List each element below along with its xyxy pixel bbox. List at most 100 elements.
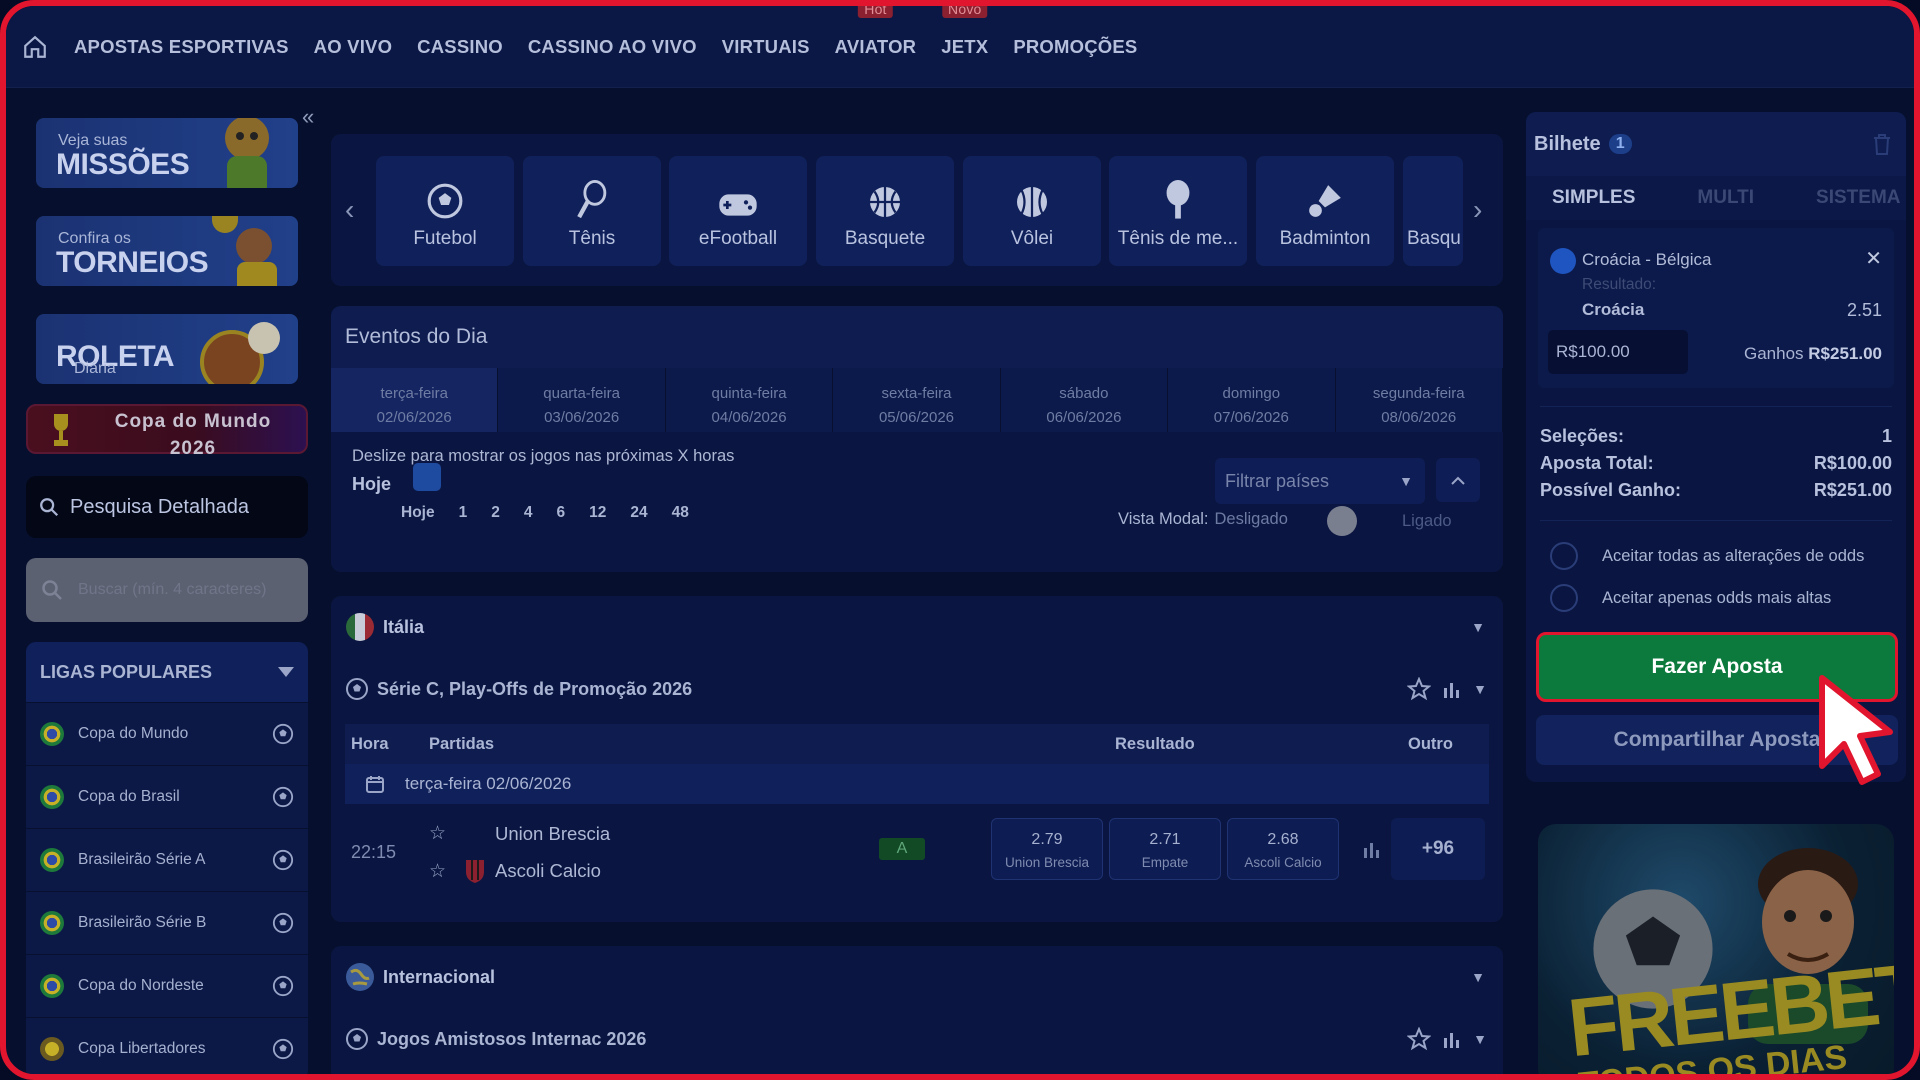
star-icon[interactable] — [1407, 1027, 1432, 1051]
radio-button[interactable] — [1550, 584, 1578, 612]
sport-badminton[interactable]: Badminton — [1256, 156, 1394, 266]
nav-promocoes[interactable]: PROMOÇÕES — [1013, 36, 1137, 58]
promo-missoes[interactable]: Veja suas MISSÕES — [36, 118, 298, 188]
league-item[interactable]: Copa do Brasil — [26, 765, 308, 828]
selection-card: Croácia - Bélgica ✕ Resultado: Croácia 2… — [1538, 228, 1894, 388]
nav-apostas-esportivas[interactable]: APOSTAS ESPORTIVAS — [74, 36, 289, 58]
caret-down-icon[interactable]: ▼ — [1473, 681, 1487, 697]
basketball-icon — [870, 187, 900, 217]
status-badge: A — [879, 838, 925, 860]
selection-pick: Croácia — [1582, 300, 1645, 319]
chevron-right-icon[interactable]: › — [1473, 194, 1482, 226]
vista-modal-toggle[interactable] — [1327, 506, 1357, 536]
sport-efootball[interactable]: eFootball — [669, 156, 807, 266]
promo-roleta[interactable]: ROLETA Diária — [36, 314, 298, 384]
freebet-banner[interactable]: FREEBET TODOS OS DIAS — [1538, 824, 1894, 1074]
promo-torneios[interactable]: Confira os TORNEIOS — [36, 216, 298, 286]
competition-italia: Itália ▼ Série C, Play-Offs de Promoção … — [331, 596, 1503, 922]
sport-volei[interactable]: Vôlei — [963, 156, 1101, 266]
nav-ao-vivo[interactable]: AO VIVO — [314, 36, 393, 58]
match-row[interactable]: 22:15 ☆ Union Brescia ☆ Ascoli Calcio A … — [345, 804, 1489, 902]
novo-badge: Novo — [942, 6, 988, 18]
odd-draw-button[interactable]: 2.71 Empate — [1109, 818, 1221, 880]
odd-away-button[interactable]: 2.68 Ascoli Calcio — [1227, 818, 1339, 880]
day-tab[interactable]: terça-feira 02/06/2026 — [331, 368, 499, 432]
caret-down-icon[interactable]: ▼ — [1473, 1031, 1487, 1047]
league-item[interactable]: Copa do Nordeste — [26, 954, 308, 1017]
day-tab[interactable]: sexta-feira 05/06/2026 — [833, 368, 1001, 432]
copa-do-mundo-banner[interactable]: Copa do Mundo 2026 — [26, 404, 308, 459]
accept-all-odds-option[interactable]: Aceitar todas as alterações de odds — [1540, 535, 1892, 577]
close-icon[interactable]: ✕ — [1865, 246, 1882, 271]
league-item[interactable]: Brasileirão Série A — [26, 828, 308, 891]
hours-scale: Hoje 1 2 4 6 12 24 48 — [401, 504, 689, 521]
star-icon[interactable] — [1407, 677, 1432, 701]
volleyball-icon — [1017, 187, 1047, 217]
day-tab[interactable]: domingo 07/06/2026 — [1168, 368, 1336, 432]
league-item[interactable]: Copa do Mundo — [26, 702, 308, 765]
day-tab[interactable]: quinta-feira 04/06/2026 — [666, 368, 834, 432]
stats-icon[interactable] — [1363, 840, 1381, 858]
flag-icon — [40, 974, 64, 998]
vista-modal-label: Vista Modal: Desligado — [1118, 510, 1288, 528]
detailed-search-button[interactable]: Pesquisa Detalhada — [26, 476, 308, 538]
hours-slider-handle[interactable] — [413, 463, 441, 491]
more-markets-button[interactable]: +96 — [1391, 818, 1485, 880]
soccer-ball-icon — [272, 975, 294, 997]
trophy-girl-icon — [212, 216, 277, 286]
day-tab[interactable]: segunda-feira 08/06/2026 — [1336, 368, 1503, 432]
search-input[interactable]: Buscar (mín. 4 caracteres) — [26, 558, 308, 622]
nav-virtuais[interactable]: VIRTUAIS — [722, 36, 810, 58]
star-icon[interactable]: ☆ — [429, 822, 465, 845]
chevron-left-icon[interactable]: ‹ — [345, 194, 354, 226]
chevron-up-icon — [1451, 476, 1465, 485]
sport-icon — [1415, 184, 1451, 220]
nav-cassino-ao-vivo[interactable]: CASSINO AO VIVO — [528, 36, 697, 58]
sport-basquete[interactable]: Basquete — [816, 156, 954, 266]
stats-icon[interactable] — [1443, 1030, 1461, 1048]
eventos-title: Eventos do Dia — [331, 306, 1503, 368]
collapse-events-button[interactable] — [1436, 458, 1480, 502]
league-item[interactable]: Copa Libertadores — [26, 1017, 308, 1074]
nav-aviator[interactable]: Hot AVIATOR — [835, 6, 917, 58]
sport-tenis-de-mesa[interactable]: Tênis de me... — [1109, 156, 1247, 266]
stake-input[interactable]: R$100.00 — [1548, 330, 1688, 374]
country-header[interactable]: Itália ▼ — [331, 596, 1503, 658]
soccer-ball-icon — [272, 1038, 294, 1060]
stats-icon[interactable] — [1443, 680, 1461, 698]
sport-tenis[interactable]: Tênis — [523, 156, 661, 266]
selection-result-label: Resultado: — [1582, 276, 1657, 293]
ping-pong-icon — [1166, 180, 1190, 219]
day-tab[interactable]: quarta-feira 03/06/2026 — [498, 368, 666, 432]
radio-button[interactable] — [1550, 542, 1578, 570]
accept-higher-odds-option[interactable]: Aceitar apenas odds mais altas — [1540, 577, 1892, 619]
slider-hint: Deslize para mostrar os jogos nas próxim… — [352, 447, 735, 465]
popular-leagues-header[interactable]: LIGAS POPULARES — [26, 642, 308, 702]
league-header[interactable]: Jogos Amistosos Internac 2026 ▼ — [331, 1008, 1503, 1070]
tab-sistema[interactable]: SISTEMA — [1816, 187, 1900, 209]
filter-countries-select[interactable]: Filtrar países ▼ — [1215, 458, 1425, 504]
league-header[interactable]: Série C, Play-Offs de Promoção 2026 ▼ — [331, 658, 1503, 720]
trash-icon[interactable] — [1872, 133, 1892, 155]
nav-cassino[interactable]: CASSINO — [417, 36, 503, 58]
tab-multi[interactable]: MULTI — [1697, 187, 1754, 209]
odd-home-button[interactable]: 2.79 Union Brescia — [991, 818, 1103, 880]
soccer-ball-icon — [272, 849, 294, 871]
tab-simples[interactable]: SIMPLES — [1552, 187, 1635, 209]
potential-winnings: Ganhos R$251.00 — [1743, 344, 1882, 363]
sports-carousel: ‹ Futebol Tênis eFootball Basquete Vôlei — [331, 134, 1503, 286]
italy-flag-icon — [346, 613, 374, 641]
star-icon[interactable]: ☆ — [429, 860, 465, 883]
date-row: terça-feira 02/06/2026 — [345, 764, 1489, 804]
country-header[interactable]: Internacional ▼ — [331, 946, 1503, 1008]
sport-futebol[interactable]: Futebol — [376, 156, 514, 266]
team-crest-icon — [466, 860, 484, 883]
sport-basquete-partial[interactable]: Basqu — [1403, 156, 1463, 266]
home-icon[interactable] — [20, 32, 50, 62]
league-item[interactable]: Brasileirão Série B — [26, 891, 308, 954]
flag-icon — [40, 722, 64, 746]
nav-jetx[interactable]: Novo JETX — [941, 6, 988, 58]
soccer-ball-icon — [272, 912, 294, 934]
day-tab[interactable]: sábado 06/06/2026 — [1001, 368, 1169, 432]
hoje-label: Hoje — [352, 474, 392, 494]
